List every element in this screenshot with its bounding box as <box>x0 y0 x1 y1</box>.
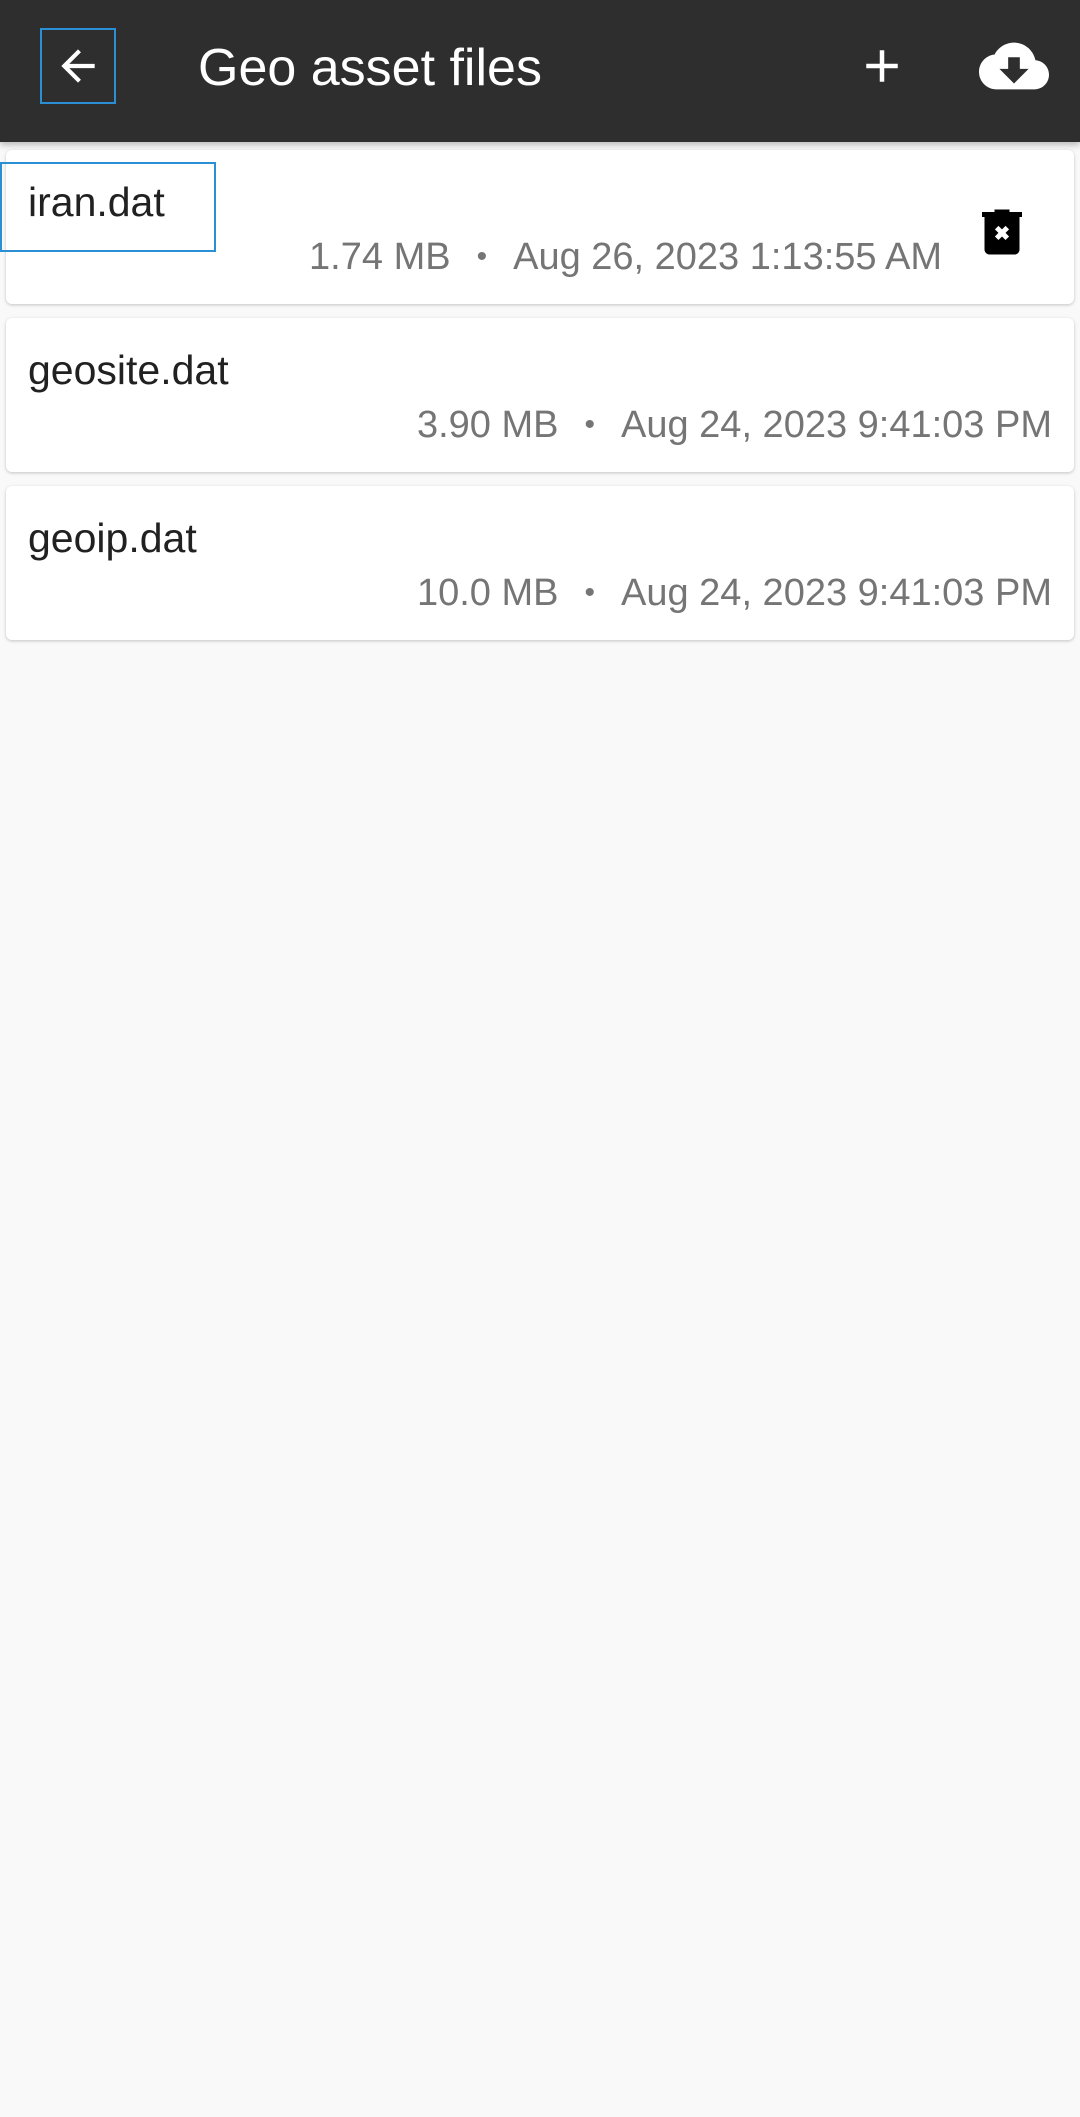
file-date: Aug 24, 2023 9:41:03 PM <box>621 404 1052 446</box>
file-list: iran.dat 1.74 MB • Aug 26, 2023 1:13:55 … <box>0 150 1074 654</box>
file-meta: 1.74 MB • Aug 26, 2023 1:13:55 AM <box>309 232 942 282</box>
trash-x-icon <box>982 209 1022 255</box>
app-bar: Geo asset files <box>0 0 1080 142</box>
meta-separator: • <box>584 576 595 609</box>
plus-icon <box>866 50 898 82</box>
file-date: Aug 26, 2023 1:13:55 AM <box>513 236 942 278</box>
file-meta: 10.0 MB • Aug 24, 2023 9:41:03 PM <box>417 568 1052 618</box>
arrow-left-icon <box>61 49 95 83</box>
file-date: Aug 24, 2023 9:41:03 PM <box>621 572 1052 614</box>
file-size: 10.0 MB <box>416 572 559 614</box>
delete-button[interactable] <box>966 196 1038 268</box>
file-name: geosite.dat <box>28 347 229 393</box>
file-item-geosite[interactable]: geosite.dat 3.90 MB • Aug 24, 2023 9:41:… <box>6 318 1074 472</box>
meta-separator: • <box>584 408 595 441</box>
cloud-download-icon <box>979 42 1049 90</box>
file-name: geoip.dat <box>28 515 197 561</box>
back-button[interactable] <box>40 28 116 104</box>
meta-separator: • <box>476 240 488 273</box>
download-button[interactable] <box>974 30 1054 102</box>
add-file-button[interactable] <box>846 30 918 102</box>
page-title: Geo asset files <box>198 39 542 97</box>
file-name: iran.dat <box>28 179 165 225</box>
file-meta: 3.90 MB • Aug 24, 2023 9:41:03 PM <box>417 400 1052 450</box>
file-size: 1.74 MB <box>309 236 451 278</box>
file-size: 3.90 MB <box>416 404 559 446</box>
file-item-geoip[interactable]: geoip.dat 10.0 MB • Aug 24, 2023 9:41:03… <box>6 486 1074 640</box>
file-item-iran[interactable]: iran.dat 1.74 MB • Aug 26, 2023 1:13:55 … <box>0 150 1074 304</box>
